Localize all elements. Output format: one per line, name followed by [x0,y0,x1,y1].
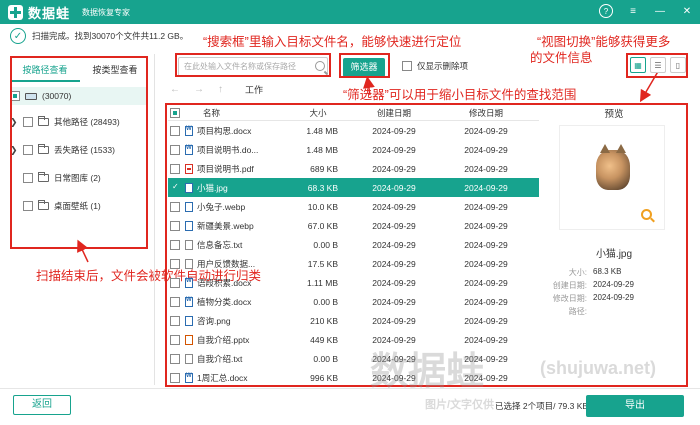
watermark-domain: (shujuwa.net) [540,358,656,378]
watermark-brand: 数据蛙 [370,351,485,393]
app-logo: 数据蛙 [8,3,70,22]
close-icon[interactable]: ✕ [680,4,694,18]
meta-created: 创建日期: 2024-09-29 [552,280,634,290]
forward-arrow-icon[interactable]: → [194,84,204,95]
window-controls: ? ≡ — ✕ [599,4,694,18]
highlight-filter [339,53,390,78]
cat-thumbnail [596,144,630,190]
highlight-search [175,53,331,77]
path-nav: ← → ↑ 工作 [170,83,263,96]
scan-status-text: 扫描完成。找到30070个文件共11.2 GB。 [32,31,189,41]
only-deleted-checkbox[interactable] [402,61,412,71]
meta-path: 路径: [568,307,587,316]
annotation-view-line2: 的文件信息 [530,51,593,65]
meta-size: 大小: 68.3 KB [568,267,622,277]
check-circle-icon: ✓ [10,28,26,44]
export-button[interactable]: 导出 [586,395,684,417]
current-path: 工作 [245,85,264,95]
logo-icon [8,4,23,20]
minimize-icon[interactable]: — [653,4,667,18]
only-deleted-toggle[interactable]: 仅显示删除项 [402,60,468,72]
preview-image[interactable] [559,125,665,230]
meta-modified: 修改日期: 2024-09-29 [552,293,634,303]
help-icon[interactable]: ? [599,4,613,18]
preview-filename: 小猫.jpg [595,249,633,260]
app-name: 数据蛙 [28,5,71,21]
only-deleted-label: 仅显示删除项 [417,61,469,71]
title-bar: 数据蛙 数据恢复专家 ? ≡ — ✕ [0,0,700,24]
annotation-search: “搜索框”里输入目标文件名，能够快速进行定位 [203,35,462,49]
back-button[interactable]: 返回 [13,395,71,415]
selection-info: 已选择 2个项目/ 79.3 KB [495,401,589,411]
back-arrow-icon[interactable]: ← [170,84,180,95]
preview-panel: 预览 小猫.jpg 大小: 68.3 KB 创建日期: 2024-09-29 修改日… [541,105,687,387]
preview-title: 预览 [604,109,624,120]
footer-bar: 返回 已选择 2个项目/ 79.3 KB 导出 [0,388,700,425]
highlight-tree [10,56,148,249]
scan-status: ✓ 扫描完成。找到30070个文件共11.2 GB。 [10,28,188,44]
menu-icon[interactable]: ≡ [626,4,640,18]
annotation-filter: “筛选器”可以用于缩小目标文件的查找范围 [343,88,577,102]
highlight-view-switch [626,53,688,78]
zoom-icon[interactable] [641,209,652,220]
app-subtitle: 数据恢复专家 [82,7,131,17]
up-arrow-icon[interactable]: ↑ [218,84,223,95]
